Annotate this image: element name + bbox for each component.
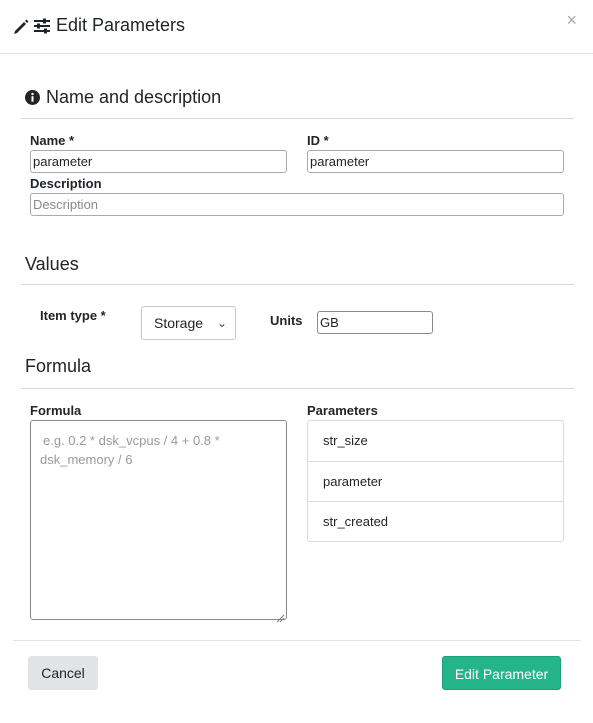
name-section-title: Name and description [46,87,222,107]
section-divider [21,118,574,119]
chevron-down-icon: ⌄ [216,316,227,330]
description-input[interactable]: Description [30,193,564,216]
id-label: ID * [307,133,329,148]
parameter-list-item[interactable]: parameter [308,461,563,501]
cancel-button[interactable]: Cancel [28,656,98,690]
modal-title-wrap: Edit Parameters [12,15,185,36]
resize-handle-icon[interactable] [276,609,285,623]
section-divider [21,388,574,389]
name-input[interactable]: parameter [30,150,287,173]
pencil-icon [12,16,30,36]
formula-textarea[interactable]: e.g. 0.2 * dsk_vcpus / 4 + 0.8 * dsk_mem… [30,420,287,623]
footer-divider [13,640,581,641]
name-label: Name * [30,133,75,148]
id-input[interactable]: parameter [307,150,564,173]
close-button[interactable]: × [566,11,577,29]
formula-placeholder-line1: e.g. 0.2 * dsk_vcpus / 4 + 0.8 * [43,433,220,448]
modal-header: Edit Parameters × [0,0,593,54]
parameter-list-item[interactable]: str_size [308,421,563,461]
description-label: Description [30,176,102,191]
sliders-icon [33,16,51,36]
formula-placeholder-line2: dsk_memory / 6 [40,452,133,467]
values-section-title: Values [25,254,79,274]
item-type-label: Item type * [40,308,106,323]
item-type-value: Storage [154,315,204,331]
section-divider [21,284,574,285]
edit-parameter-button[interactable]: Edit Parameter [442,656,561,690]
edit-parameters-modal: Edit Parameters × Name and description N… [0,0,593,723]
units-label: Units [270,313,303,328]
info-icon [25,90,40,105]
formula-section-title: Formula [25,356,92,376]
item-type-select[interactable]: Storage ⌄ [141,306,236,340]
modal-title: Edit Parameters [56,15,186,35]
parameters-list: str_size parameter str_created [307,420,564,542]
parameter-list-item[interactable]: str_created [308,501,563,541]
name-section-header: Name and description [25,87,221,108]
formula-label: Formula [30,403,82,418]
parameters-label: Parameters [307,403,378,418]
units-input[interactable]: GB [317,311,433,334]
